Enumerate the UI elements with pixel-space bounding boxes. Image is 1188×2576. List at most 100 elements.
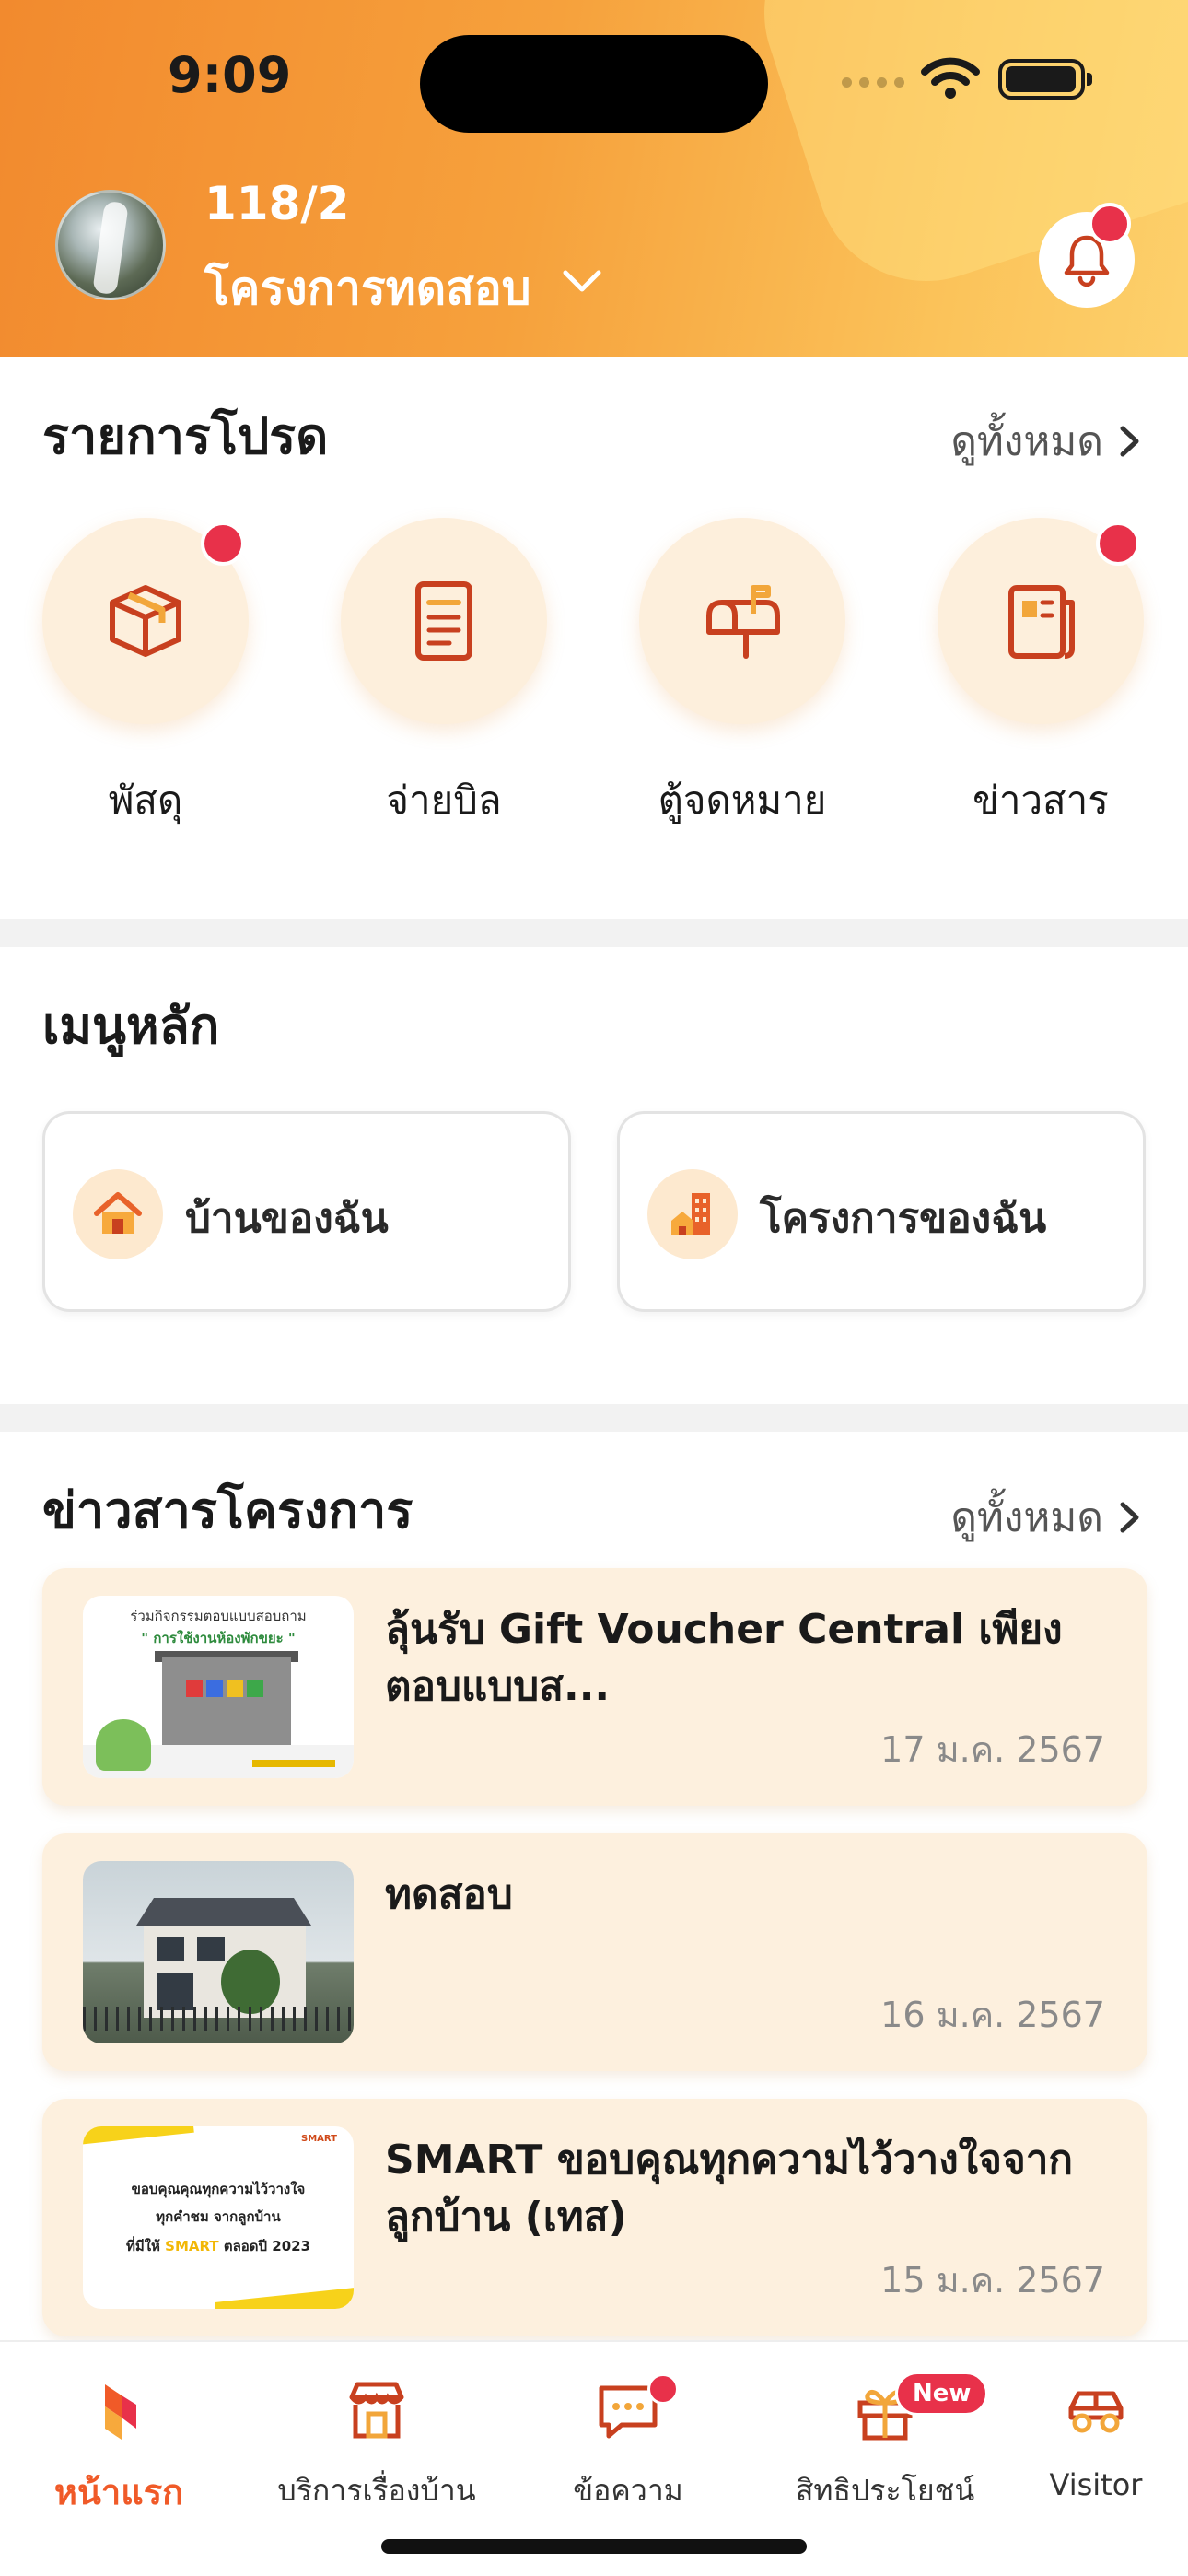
header: 9:09 118/2 โครงการทดสอบ	[0, 0, 1188, 357]
thumb-caption: ร่วมกิจกรรมตอบแบบสอบถาม	[130, 1608, 307, 1624]
section-divider	[0, 919, 1188, 947]
cellular-signal-icon	[842, 77, 906, 92]
project-selector[interactable]: โครงการทดสอบ	[204, 252, 531, 325]
favorites-title: รายการโปรด	[42, 407, 329, 465]
see-all-label: ดูทั้งหมด	[950, 418, 1103, 465]
favorite-label: ข่าวสาร	[973, 778, 1109, 823]
favorite-icon-circle[interactable]	[938, 518, 1144, 724]
see-all-label: ดูทั้งหมด	[950, 1494, 1103, 1541]
news-thumbnail	[83, 1861, 354, 2043]
news-date: 17 ม.ค. 2567	[880, 1729, 1105, 1770]
chevron-right-icon	[1120, 1502, 1139, 1533]
tab-benefits[interactable]: New สิทธิประโยชน์	[766, 2371, 1004, 2514]
mailbox-icon	[706, 585, 780, 659]
building-icon	[671, 1193, 710, 1235]
chevron-down-icon[interactable]	[562, 267, 602, 297]
news-date: 16 ม.ค. 2567	[880, 1995, 1105, 2035]
favorite-icon-circle[interactable]	[341, 518, 547, 724]
my-home-card[interactable]: บ้านของฉัน	[42, 1111, 571, 1312]
thumb-shape	[247, 1680, 263, 1697]
car-icon	[1068, 2391, 1124, 2433]
dynamic-island	[420, 35, 768, 133]
news-title-text: ทดสอบ	[385, 1871, 513, 1918]
news-title: ข่าวสารโครงการ	[42, 1481, 413, 1540]
badge-dot	[647, 2373, 679, 2405]
package-icon	[110, 585, 181, 657]
notification-dot	[1089, 203, 1131, 245]
thumb-shape	[215, 2286, 354, 2309]
news-date: 15 ม.ค. 2567	[880, 2260, 1105, 2301]
news-card[interactable]: ทดสอบ 16 ม.ค. 2567	[42, 1833, 1147, 2071]
news-see-all[interactable]: ดูทั้งหมด	[950, 1485, 1142, 1550]
thumb-shape	[162, 1657, 291, 1745]
favorite-bill[interactable]: จ่ายบิล	[341, 518, 547, 831]
newspaper-icon	[1008, 585, 1075, 659]
menu-icon-circle	[647, 1169, 738, 1259]
avatar[interactable]	[55, 190, 166, 300]
bill-icon	[415, 581, 472, 661]
battery-icon	[998, 59, 1092, 100]
thumb-shape	[186, 1680, 203, 1697]
tab-label: หน้าแรก	[53, 2472, 184, 2512]
thumb-caption-part: ตลอดปี 2023	[218, 2238, 311, 2254]
thumb-logo: SMART	[301, 2134, 337, 2144]
news-title-text: ลุ้นรับ Gift Voucher Central เพียงตอบแบบ…	[385, 1606, 1063, 1710]
thumb-shape	[157, 1937, 184, 1961]
unit-number: 118/2	[204, 177, 350, 230]
favorite-label: ตู้จดหมาย	[658, 778, 827, 823]
thumb-caption: ขอบคุณคุณทุกความไว้วางใจ	[131, 2181, 306, 2197]
thumb-caption: " การใช้งานห้องพักขยะ "	[141, 1630, 296, 1646]
thumb-shape	[83, 2007, 354, 2031]
favorites-see-all[interactable]: ดูทั้งหมด	[950, 409, 1142, 474]
store-icon	[349, 2382, 404, 2439]
home-logo-icon	[105, 2384, 136, 2440]
thumb-shape	[252, 1760, 335, 1767]
tab-visitor[interactable]: Visitor	[976, 2377, 1188, 2502]
tab-label: Visitor	[1049, 2467, 1143, 2502]
menu-label: โครงการของฉัน	[760, 1195, 1047, 1242]
house-icon	[94, 1192, 142, 1234]
badge-dot	[201, 521, 245, 566]
my-project-card[interactable]: โครงการของฉัน	[617, 1111, 1146, 1312]
favorite-label: จ่ายบิล	[386, 778, 502, 823]
news-thumbnail: SMART ขอบคุณคุณทุกความไว้วางใจ ทุกคำชม จ…	[83, 2126, 354, 2309]
badge-dot	[1096, 521, 1140, 566]
section-divider	[0, 1404, 1188, 1432]
tab-label: ข้อความ	[573, 2473, 683, 2508]
thumb-shape	[206, 1680, 223, 1697]
menu-label: บ้านของฉัน	[185, 1195, 389, 1242]
thumb-caption: ทุกคำชม จากลูกบ้าน	[156, 2208, 281, 2225]
thumb-caption: ที่มีให้ SMART ตลอดปี 2023	[83, 2235, 354, 2257]
favorite-label: พัสดุ	[108, 778, 183, 823]
favorite-icon-circle[interactable]	[42, 518, 249, 724]
favorite-parcel[interactable]: พัสดุ	[42, 518, 249, 831]
thumb-shape	[157, 1973, 193, 2010]
thumb-shape	[197, 1937, 225, 1961]
thumb-shape	[136, 1898, 311, 1926]
status-time: 9:09	[168, 46, 292, 104]
thumb-shape	[96, 1719, 151, 1771]
chevron-right-icon	[1120, 426, 1139, 457]
favorite-mailbox[interactable]: ตู้จดหมาย	[639, 518, 845, 831]
favorite-news[interactable]: ข่าวสาร	[938, 518, 1144, 831]
home-indicator	[381, 2539, 807, 2554]
wifi-icon	[921, 57, 980, 99]
tab-label: สิทธิประโยชน์	[795, 2473, 975, 2508]
tab-home[interactable]: หน้าแรก	[0, 2377, 238, 2520]
thumb-caption-part: ที่มีให้	[125, 2238, 166, 2254]
news-card[interactable]: ร่วมกิจกรรมตอบแบบสอบถาม " การใช้งานห้องพ…	[42, 1568, 1147, 1806]
menu-icon-circle	[73, 1169, 163, 1259]
main-menu-title: เมนูหลัก	[42, 997, 220, 1055]
news-thumbnail: ร่วมกิจกรรมตอบแบบสอบถาม " การใช้งานห้องพ…	[83, 1596, 354, 1778]
tab-home-services[interactable]: บริการเรื่องบ้าน	[258, 2377, 495, 2514]
thumb-shape	[83, 2126, 194, 2147]
thumb-shape	[227, 1680, 243, 1697]
news-title-text: SMART ขอบคุณทุกความไว้วางใจจากลูกบ้าน (เ…	[385, 2137, 1074, 2241]
tab-label: บริการเรื่องบ้าน	[277, 2473, 476, 2508]
thumb-caption-highlight: SMART	[165, 2238, 219, 2254]
tab-messages[interactable]: ข้อความ	[509, 2373, 747, 2514]
favorite-icon-circle[interactable]	[639, 518, 845, 724]
new-badge: New	[895, 2371, 989, 2416]
news-card[interactable]: SMART ขอบคุณคุณทุกความไว้วางใจ ทุกคำชม จ…	[42, 2099, 1147, 2336]
thumb-shape	[221, 1950, 280, 2014]
